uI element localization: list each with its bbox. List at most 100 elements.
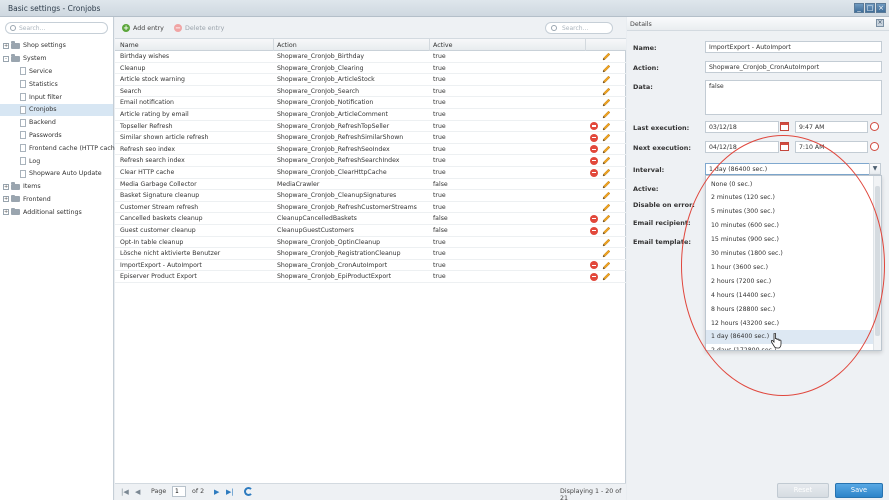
table-row[interactable]: Opt-In table cleanup Shopware_CronJob_Opt… [115, 237, 626, 249]
tree-item[interactable]: Input filter [0, 91, 113, 104]
tree-item[interactable]: + Shop settings [0, 40, 113, 53]
tree-item[interactable]: + Frontend [0, 193, 113, 206]
expand-icon[interactable]: + [3, 183, 9, 190]
table-row[interactable]: Refresh search index Shopware_CronJob_Ref… [115, 155, 626, 167]
chevron-down-icon[interactable]: ▼ [869, 163, 881, 175]
first-page-icon[interactable]: |◀ [121, 488, 129, 496]
table-row[interactable]: Episerver Product Export Shopware_CronJob… [115, 271, 626, 283]
interval-option[interactable]: 1 day (86400 sec.) [706, 329, 874, 344]
prev-page-icon[interactable]: ◀ [135, 488, 140, 496]
edit-row-icon[interactable] [602, 98, 611, 107]
last-execution-time-field[interactable]: 9:47 AM [795, 121, 868, 133]
table-row[interactable]: Guest customer cleanup CleanupGuestCustom… [115, 225, 626, 237]
table-row[interactable]: Article stock warning Shopware_CronJob_Ar… [115, 74, 626, 86]
minimize-icon[interactable]: _ [854, 3, 864, 13]
tree-item[interactable]: Service [0, 65, 113, 78]
column-header-action[interactable]: Action [277, 42, 297, 49]
collapse-icon[interactable]: - [3, 55, 9, 62]
name-field[interactable]: ImportExport - AutoImport [705, 41, 882, 53]
tree-item[interactable]: - System [0, 52, 113, 65]
edit-row-icon[interactable] [602, 226, 611, 235]
expand-icon[interactable]: + [3, 209, 9, 216]
table-row[interactable]: Cancelled baskets cleanup CleanupCancelle… [115, 213, 626, 225]
next-execution-date-field[interactable]: 04/12/18 [705, 141, 779, 153]
edit-row-icon[interactable] [602, 191, 611, 200]
scrollbar-thumb[interactable] [875, 186, 880, 336]
column-header-active[interactable]: Active [433, 42, 452, 49]
tree-search-input[interactable]: Search... [5, 22, 108, 34]
delete-row-icon[interactable] [590, 156, 598, 165]
interval-combobox[interactable]: 1 day (86400 sec.) [705, 163, 870, 175]
edit-row-icon[interactable] [602, 203, 611, 212]
interval-option[interactable]: None (0 sec.) [706, 177, 874, 191]
edit-row-icon[interactable] [602, 214, 611, 223]
table-row[interactable]: Basket Signature cleanup Shopware_CronJob… [115, 190, 626, 202]
delete-row-icon[interactable] [590, 122, 598, 131]
table-row[interactable]: Birthday wishes Shopware_CronJob_Birthday… [115, 51, 626, 63]
close-icon[interactable]: × [876, 19, 884, 27]
edit-row-icon[interactable] [602, 52, 611, 61]
table-row[interactable]: Search Shopware_CronJob_Search true [115, 86, 626, 98]
interval-option[interactable]: 8 hours (28800 sec.) [706, 302, 874, 316]
delete-row-icon[interactable] [590, 133, 598, 142]
edit-row-icon[interactable] [602, 122, 611, 131]
refresh-icon[interactable] [244, 487, 253, 496]
last-execution-date-field[interactable]: 03/12/18 [705, 121, 779, 133]
edit-row-icon[interactable] [602, 110, 611, 119]
grid-search-input[interactable]: Search... [545, 22, 613, 34]
interval-option[interactable]: 12 hours (43200 sec.) [706, 316, 874, 330]
next-page-icon[interactable]: ▶ [214, 488, 219, 496]
tree-item[interactable]: Backend [0, 116, 113, 129]
edit-row-icon[interactable] [602, 249, 611, 258]
delete-row-icon[interactable] [590, 145, 598, 154]
next-execution-time-field[interactable]: 7:10 AM [795, 141, 868, 153]
table-row[interactable]: Email notification Shopware_CronJob_Notif… [115, 97, 626, 109]
tree-item[interactable]: Shopware Auto Update [0, 168, 113, 181]
column-header-name[interactable]: Name [120, 42, 139, 49]
interval-option[interactable]: 2 minutes (120 sec.) [706, 191, 874, 205]
clock-icon[interactable] [870, 142, 879, 151]
delete-row-icon[interactable] [590, 226, 598, 235]
data-field[interactable]: false [705, 80, 882, 115]
interval-option[interactable]: 30 minutes (1800 sec.) [706, 247, 874, 261]
interval-option[interactable]: 2 hours (7200 sec.) [706, 274, 874, 288]
edit-row-icon[interactable] [602, 168, 611, 177]
tree-item[interactable]: + Additional settings [0, 206, 113, 219]
table-row[interactable]: Cleanup Shopware_CronJob_Clearing true [115, 63, 626, 75]
table-row[interactable]: Media Garbage Collector MediaCrawler false [115, 179, 626, 191]
table-row[interactable]: Customer Stream refresh Shopware_CronJob_… [115, 202, 626, 214]
table-row[interactable]: Article rating by email Shopware_CronJob_… [115, 109, 626, 121]
expand-icon[interactable]: + [3, 196, 9, 203]
edit-row-icon[interactable] [602, 145, 611, 154]
interval-option[interactable]: 5 minutes (300 sec.) [706, 205, 874, 219]
edit-row-icon[interactable] [602, 87, 611, 96]
close-icon[interactable]: × [876, 3, 886, 13]
page-number-input[interactable] [172, 486, 186, 497]
edit-row-icon[interactable] [602, 133, 611, 142]
calendar-icon[interactable] [780, 142, 789, 151]
interval-option[interactable]: 15 minutes (900 sec.) [706, 233, 874, 247]
edit-row-icon[interactable] [602, 272, 611, 281]
tree-item[interactable]: + Items [0, 180, 113, 193]
edit-row-icon[interactable] [602, 180, 611, 189]
table-row[interactable]: ImportExport - AutoImport Shopware_CronJo… [115, 260, 626, 272]
tree-item[interactable]: Passwords [0, 129, 113, 142]
last-page-icon[interactable]: ▶| [226, 488, 234, 496]
interval-option[interactable]: 2 days (172800 sec.) [706, 344, 874, 350]
action-field[interactable]: Shopware_CronJob_CronAutoImport [705, 61, 882, 73]
add-entry-button[interactable]: + Add entry [122, 22, 164, 34]
delete-row-icon[interactable] [590, 168, 598, 177]
save-button[interactable]: Save [835, 483, 883, 498]
table-row[interactable]: Refresh seo index Shopware_CronJob_Refres… [115, 144, 626, 156]
reset-button[interactable]: Reset [777, 483, 829, 498]
tree-item[interactable]: Statistics [0, 78, 113, 91]
calendar-icon[interactable] [780, 122, 789, 131]
dropdown-scrollbar[interactable] [873, 176, 881, 350]
table-row[interactable]: Similar shown article refresh Shopware_Cr… [115, 132, 626, 144]
tree-item[interactable]: Frontend cache (HTTP cache) [0, 142, 121, 155]
tree-item[interactable]: Log [0, 155, 113, 168]
interval-option[interactable]: 10 minutes (600 sec.) [706, 219, 874, 233]
delete-row-icon[interactable] [590, 261, 598, 270]
interval-option[interactable]: 4 hours (14400 sec.) [706, 288, 874, 302]
delete-row-icon[interactable] [590, 214, 598, 223]
